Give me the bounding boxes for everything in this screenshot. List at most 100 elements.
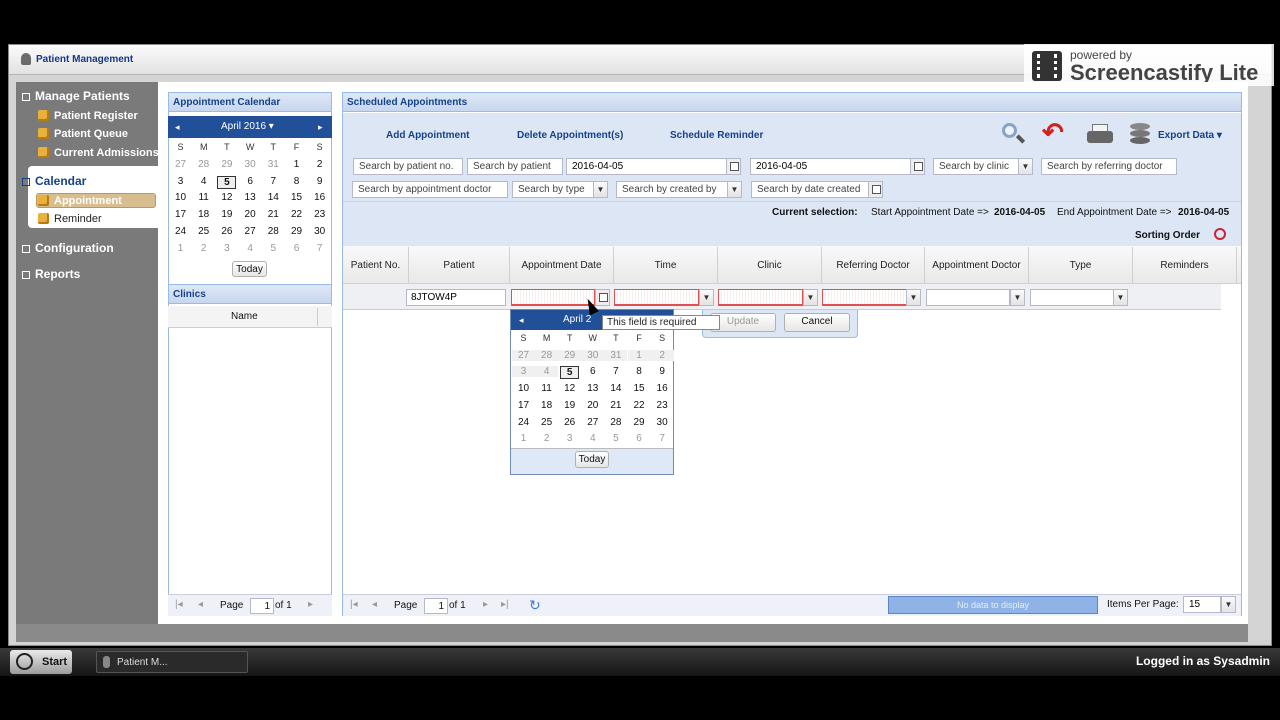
undo-icon[interactable]: ↶ — [1042, 119, 1072, 146]
refresh-icon[interactable]: ↻ — [529, 597, 541, 614]
mini-calendar-day[interactable]: 20 — [239, 209, 262, 220]
mini-calendar-day[interactable]: 23 — [308, 209, 331, 220]
mini-calendar-day[interactable]: 7 — [308, 243, 331, 254]
mini-calendar-day[interactable]: 4 — [192, 176, 215, 187]
sort-icon[interactable] — [1214, 228, 1226, 240]
date-picker-day[interactable]: 7 — [651, 433, 674, 444]
nav-calendar[interactable]: Calendar — [22, 174, 86, 188]
chevron-down-icon[interactable]: ▼ — [1221, 596, 1236, 613]
date-picker-day[interactable]: 21 — [604, 400, 627, 411]
calendar-icon[interactable] — [868, 181, 883, 198]
mini-calendar-day[interactable]: 29 — [285, 226, 308, 237]
mini-calendar-day[interactable]: 17 — [169, 209, 192, 220]
mini-calendar-month[interactable]: April 2016 ▾ — [221, 121, 274, 132]
search-icon[interactable] — [1000, 121, 1026, 147]
date-picker-day[interactable]: 4 — [581, 433, 604, 444]
date-picker-day[interactable]: 20 — [581, 400, 604, 411]
date-picker-day[interactable]: 15 — [628, 383, 651, 394]
mini-calendar-day[interactable]: 26 — [215, 226, 238, 237]
date-picker-month[interactable]: April 2 — [563, 314, 591, 325]
col-patient-no[interactable]: Patient No. — [343, 247, 409, 284]
chevron-down-icon[interactable]: ▼ — [1018, 158, 1033, 175]
date-picker-day[interactable]: 10 — [512, 383, 535, 394]
nav-reminder[interactable]: Reminder — [38, 213, 102, 225]
schedule-reminder-button[interactable]: Schedule Reminder — [670, 130, 763, 141]
start-date-field[interactable]: 2016-04-05 — [566, 158, 728, 175]
mini-calendar-day[interactable]: 27 — [239, 226, 262, 237]
mini-calendar-day[interactable]: 12 — [215, 192, 238, 203]
add-appointment-button[interactable]: Add Appointment — [386, 130, 470, 141]
search-patient-field[interactable]: Search by patient — [467, 158, 563, 175]
date-picker-day[interactable]: 6 — [628, 433, 651, 444]
date-picker-day[interactable]: 14 — [604, 383, 627, 394]
nav-reports[interactable]: Reports — [22, 267, 80, 281]
mini-calendar-day[interactable]: 31 — [262, 159, 285, 170]
chevron-down-icon[interactable]: ▼ — [1113, 289, 1128, 306]
calendar-icon[interactable] — [595, 289, 610, 306]
mini-calendar-day[interactable]: 19 — [215, 209, 238, 220]
date-picker-today-button[interactable]: Today — [575, 451, 609, 468]
date-picker-day[interactable]: 5 — [560, 366, 580, 380]
mini-calendar-day[interactable]: 1 — [285, 159, 308, 170]
mini-calendar-day[interactable]: 25 — [192, 226, 215, 237]
date-picker-day[interactable]: 9 — [651, 366, 674, 377]
nav-patient-queue[interactable]: Patient Queue — [38, 128, 128, 140]
date-picker-day[interactable]: 1 — [512, 433, 535, 444]
mini-calendar-day[interactable]: 3 — [169, 176, 192, 187]
mini-calendar-day[interactable]: 21 — [262, 209, 285, 220]
chevron-down-icon[interactable]: ▼ — [1010, 289, 1025, 306]
search-clinic-field[interactable]: Search by clinic — [933, 158, 1019, 175]
date-picker-day[interactable]: 19 — [558, 400, 581, 411]
mini-calendar-today-button[interactable]: Today — [232, 261, 267, 277]
date-picker-day[interactable]: 7 — [604, 366, 627, 377]
items-per-page-select[interactable]: 15 — [1183, 596, 1221, 613]
date-picker-day[interactable]: 24 — [512, 417, 535, 428]
next-page-icon[interactable]: ▸ — [483, 599, 488, 610]
mini-calendar-day[interactable]: 13 — [239, 192, 262, 203]
mini-calendar-day[interactable]: 3 — [215, 243, 238, 254]
col-reminders[interactable]: Reminders — [1133, 247, 1237, 284]
col-time[interactable]: Time — [614, 247, 718, 284]
date-picker-day[interactable]: 6 — [581, 366, 604, 377]
mini-calendar-day[interactable]: 28 — [262, 226, 285, 237]
mini-calendar-day[interactable]: 5 — [217, 175, 237, 189]
mini-calendar-day[interactable]: 22 — [285, 209, 308, 220]
start-button[interactable]: Start — [10, 650, 72, 674]
nav-configuration[interactable]: Configuration — [22, 241, 114, 255]
date-picker-day[interactable]: 18 — [535, 400, 558, 411]
calendar-icon[interactable] — [910, 158, 925, 175]
mini-calendar-day[interactable]: 4 — [239, 243, 262, 254]
mini-calendar-day[interactable]: 8 — [285, 176, 308, 187]
nav-current-admissions[interactable]: Current Admissions — [38, 147, 159, 159]
patient-edit-field[interactable]: 8JTOW4P — [406, 289, 506, 306]
sorting-order-button[interactable]: Sorting Order — [1135, 230, 1200, 241]
mini-calendar-day[interactable]: 29 — [215, 159, 238, 170]
date-picker-day[interactable]: 11 — [535, 383, 558, 394]
search-type-field[interactable]: Search by type — [512, 181, 594, 198]
prev-page-icon[interactable]: ◂ — [372, 599, 377, 610]
search-patient-no-field[interactable]: Search by patient no. — [353, 158, 463, 175]
calendar-icon[interactable] — [726, 158, 741, 175]
type-edit-field[interactable] — [1030, 289, 1114, 306]
date-picker-day[interactable]: 26 — [558, 417, 581, 428]
chevron-down-icon[interactable]: ▼ — [803, 289, 818, 306]
date-picker-day[interactable]: 25 — [535, 417, 558, 428]
clinics-name-header[interactable]: Name — [168, 306, 332, 328]
mini-calendar-day[interactable]: 24 — [169, 226, 192, 237]
nav-patient-register[interactable]: Patient Register — [38, 110, 138, 122]
export-data-button[interactable]: Export Data ▾ — [1158, 130, 1222, 141]
col-appointment-doctor[interactable]: Appointment Doctor — [925, 247, 1029, 284]
search-referring-doctor-field[interactable]: Search by referring doctor — [1041, 158, 1177, 175]
prev-month-icon[interactable]: ◂ — [519, 315, 524, 326]
col-appointment-date[interactable]: Appointment Date — [510, 247, 614, 284]
first-page-icon[interactable]: |◂ — [350, 599, 358, 610]
col-patient[interactable]: Patient — [409, 247, 510, 284]
taskbar-item[interactable]: Patient M... — [96, 651, 248, 673]
clinic-edit-field[interactable] — [718, 289, 803, 306]
mini-calendar-day[interactable]: 30 — [239, 159, 262, 170]
last-page-icon[interactable]: ▸| — [501, 599, 509, 610]
nav-manage-patients[interactable]: Manage Patients — [22, 89, 130, 103]
print-icon[interactable] — [1087, 124, 1115, 146]
time-edit-field[interactable] — [614, 289, 699, 306]
date-picker-day[interactable]: 17 — [512, 400, 535, 411]
